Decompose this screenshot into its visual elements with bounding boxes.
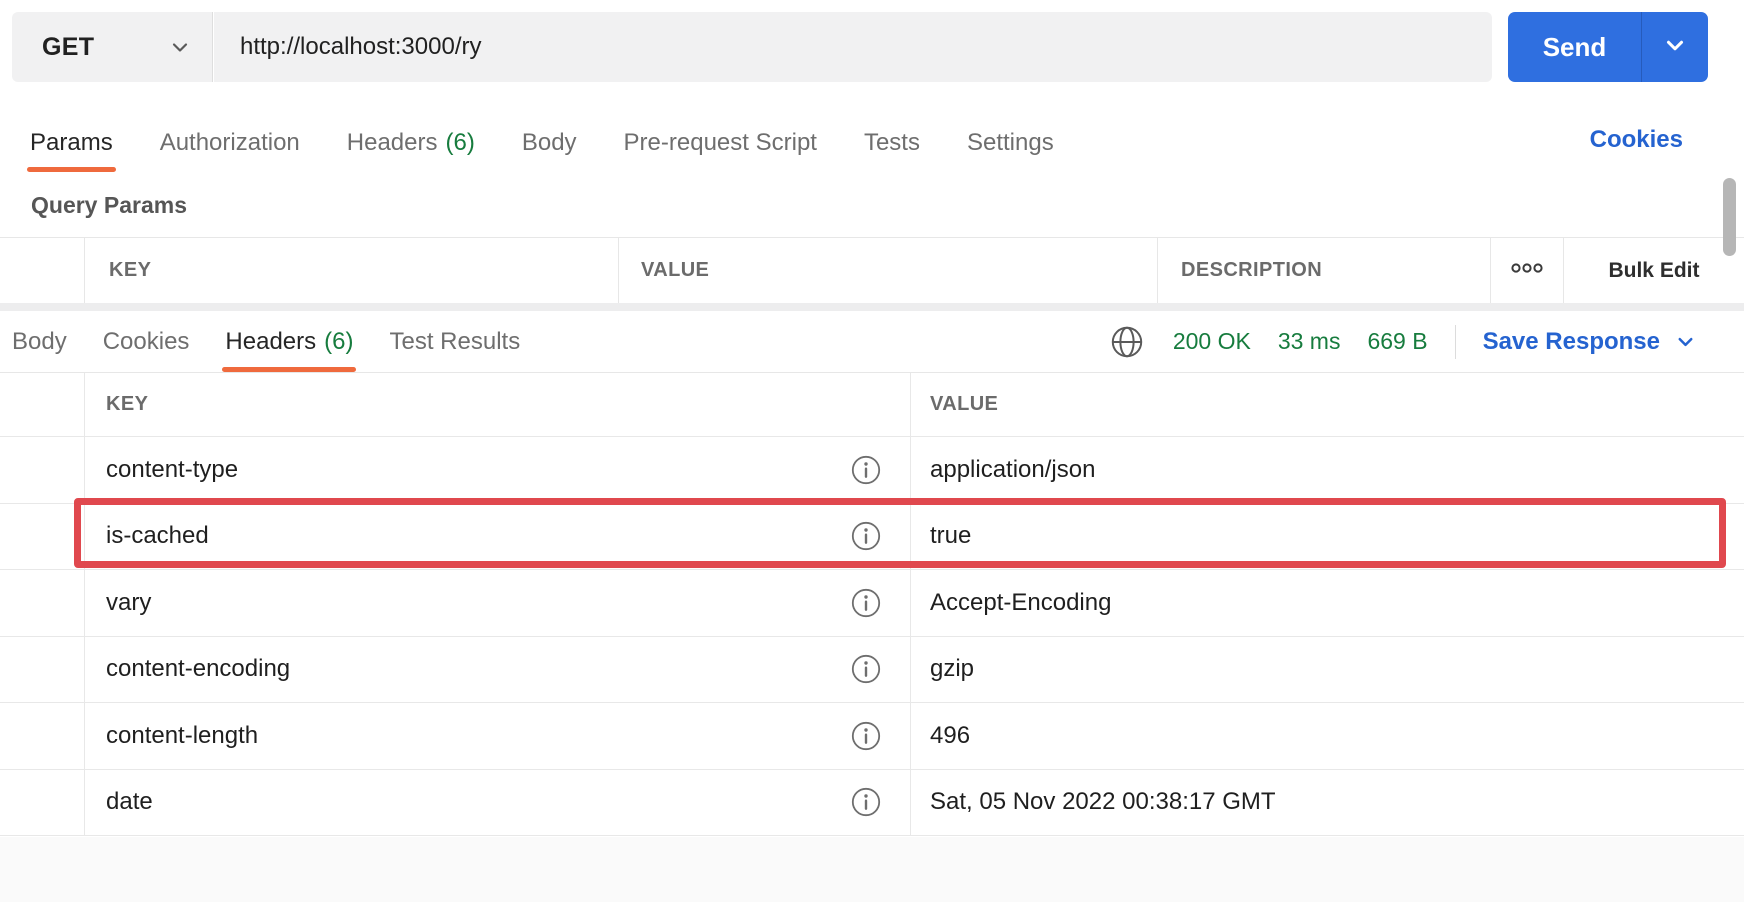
info-icon xyxy=(851,588,881,618)
tab-count-badge: (6) xyxy=(445,128,475,156)
response-size: 669 B xyxy=(1367,328,1428,354)
header-key: content-type xyxy=(106,455,239,483)
tab-authorization[interactable]: Authorization xyxy=(160,113,300,172)
tab-label: Test Results xyxy=(389,327,521,355)
info-icon xyxy=(851,787,881,817)
tab-label: Authorization xyxy=(159,128,300,156)
header-key: is-cached xyxy=(106,522,209,550)
column-header-description: DESCRIPTION xyxy=(1157,238,1490,303)
chevron-down-icon xyxy=(1662,32,1688,63)
info-icon xyxy=(851,521,881,551)
method-label: GET xyxy=(42,32,95,61)
tab-count-badge: (6) xyxy=(324,327,354,355)
column-header-value: VALUE xyxy=(910,373,1744,436)
tab-test-results[interactable]: Test Results xyxy=(389,311,520,372)
content-background xyxy=(0,837,1744,902)
tab-headers[interactable]: Headers (6) xyxy=(347,113,475,172)
send-options-button[interactable] xyxy=(1642,12,1708,82)
info-icon xyxy=(851,455,881,485)
column-header-key: KEY xyxy=(84,238,618,303)
tab-label: Cookies xyxy=(102,327,190,355)
header-key: date xyxy=(106,788,153,816)
tab-tests[interactable]: Tests xyxy=(864,113,920,172)
table-row: date Sat, 05 Nov 2022 00:38:17 GMT xyxy=(0,769,1744,836)
globe-icon[interactable] xyxy=(1108,323,1146,361)
tab-label: Tests xyxy=(863,128,920,156)
tab-body[interactable]: Body xyxy=(522,113,577,172)
tab-pre-request-script[interactable]: Pre-request Script xyxy=(624,113,817,172)
table-row: content-type application/json xyxy=(0,437,1744,504)
header-value: gzip xyxy=(930,655,975,683)
table-row-highlighted: is-cached true xyxy=(0,503,1744,570)
header-value: Sat, 05 Nov 2022 00:38:17 GMT xyxy=(930,788,1276,816)
header-key: content-length xyxy=(106,721,259,749)
query-params-title: Query Params xyxy=(31,192,187,218)
info-icon xyxy=(851,654,881,684)
tab-response-headers[interactable]: Headers (6) xyxy=(222,311,357,372)
row-handle-column xyxy=(0,238,84,303)
tab-response-body[interactable]: Body xyxy=(12,311,67,372)
row-handle-column xyxy=(0,373,84,436)
status-code: 200 OK xyxy=(1172,328,1251,354)
response-toolbar: Body Cookies Headers (6) Test Results 200… xyxy=(0,311,1744,373)
tab-label: Body xyxy=(521,128,577,156)
tab-label: Params xyxy=(30,128,113,156)
header-value: application/json xyxy=(930,455,1096,483)
column-header-key: KEY xyxy=(84,373,910,436)
send-button-group: Send xyxy=(1508,12,1708,82)
tab-label: Pre-request Script xyxy=(623,128,817,156)
tab-response-cookies[interactable]: Cookies xyxy=(103,311,190,372)
tab-label: Body xyxy=(12,327,67,355)
info-icon xyxy=(851,721,881,751)
save-response-button[interactable]: Save Response xyxy=(1483,328,1697,356)
table-row: content-encoding gzip xyxy=(0,636,1744,703)
vertical-scrollbar-thumb[interactable] xyxy=(1723,178,1736,256)
pane-divider[interactable] xyxy=(0,303,1744,311)
chevron-down-icon xyxy=(1674,330,1697,353)
tab-label: Settings xyxy=(966,128,1054,156)
send-button-label: Send xyxy=(1542,31,1607,62)
response-tabs: Body Cookies Headers (6) Test Results xyxy=(0,311,520,372)
response-time: 33 ms xyxy=(1277,328,1341,354)
header-value: Accept-Encoding xyxy=(930,588,1112,616)
table-row: vary Accept-Encoding xyxy=(0,570,1744,637)
query-params-table-header: KEY VALUE DESCRIPTION Bulk Edit xyxy=(0,237,1744,303)
more-options-button[interactable] xyxy=(1490,238,1563,303)
api-client-window: GET Send Params Authorization Headers(6)… xyxy=(0,0,1744,902)
header-value: 496 xyxy=(930,721,971,749)
tab-label: Headers xyxy=(346,128,438,156)
url-input[interactable] xyxy=(214,12,1492,82)
tab-settings[interactable]: Settings xyxy=(967,113,1054,172)
column-header-value: VALUE xyxy=(618,238,1157,303)
request-tabs: Params Authorization Headers (6) Body Pre… xyxy=(27,113,1054,172)
method-select[interactable]: GET xyxy=(12,12,213,82)
response-status-bar: 200 OK 33 ms 669 B Save Response xyxy=(1108,323,1744,361)
tab-params[interactable]: Params xyxy=(27,113,116,172)
bulk-edit-button[interactable]: Bulk Edit xyxy=(1563,238,1744,303)
table-row: content-length 496 xyxy=(0,703,1744,770)
save-response-label: Save Response xyxy=(1482,327,1660,355)
three-circles-icon xyxy=(1509,261,1545,280)
cookies-link[interactable]: Cookies xyxy=(1590,126,1683,154)
header-key: content-encoding xyxy=(106,655,291,683)
divider xyxy=(1454,324,1456,359)
header-value: true xyxy=(930,522,972,550)
url-field-wrap xyxy=(214,12,1492,82)
send-button[interactable]: Send xyxy=(1508,12,1642,82)
header-key: vary xyxy=(106,588,152,616)
response-headers-table: KEY VALUE content-type application/json … xyxy=(0,373,1744,836)
tab-label: Headers xyxy=(225,327,317,355)
response-table-header: KEY VALUE xyxy=(0,373,1744,437)
chevron-down-icon xyxy=(168,35,192,59)
